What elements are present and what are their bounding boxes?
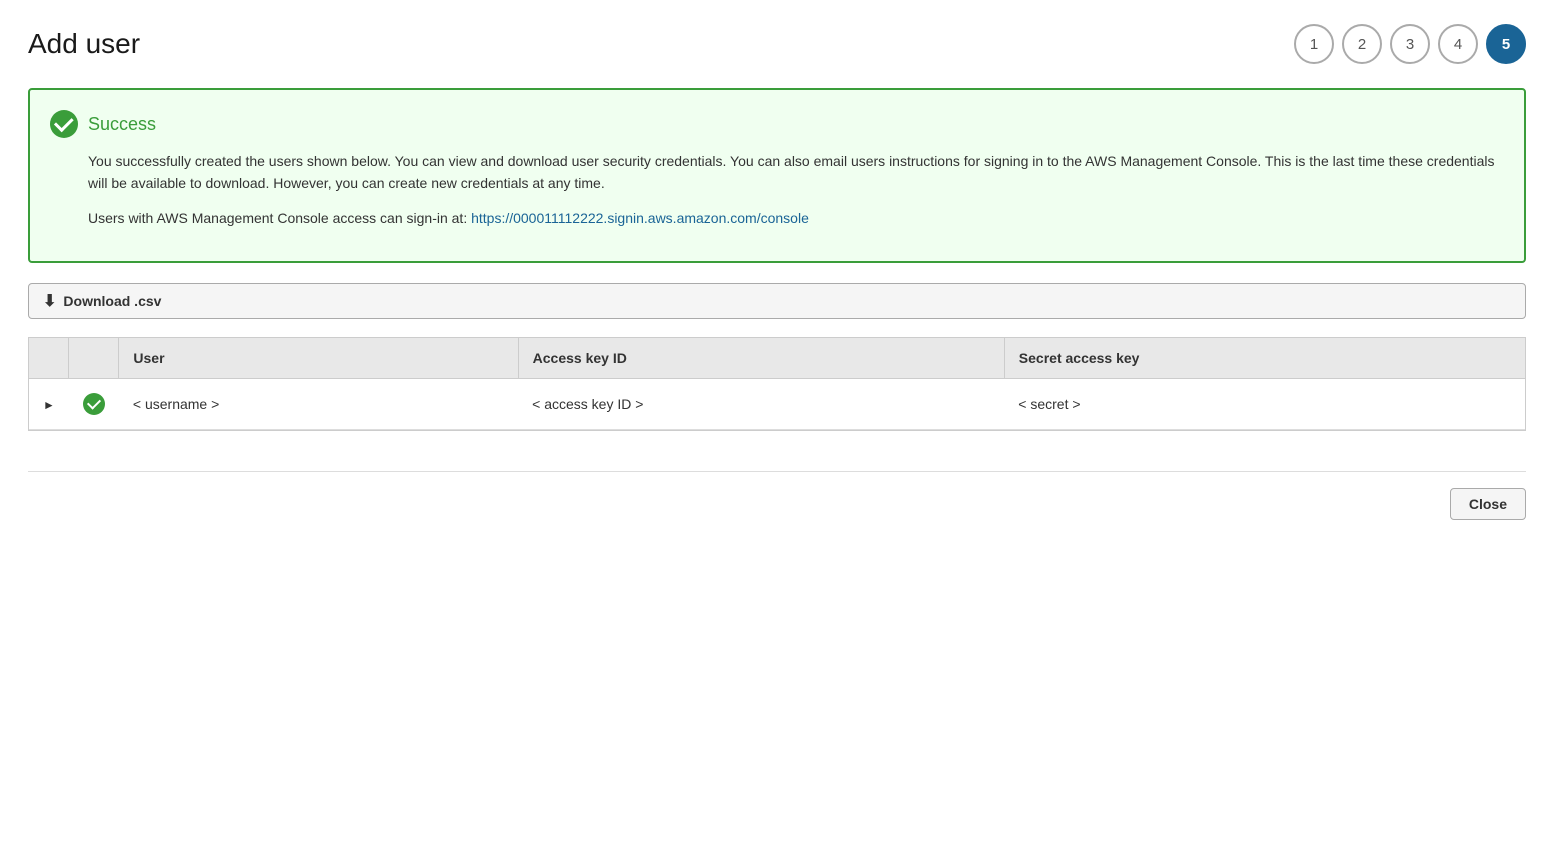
step-4: 4 [1438, 24, 1478, 64]
step-3: 3 [1390, 24, 1430, 64]
expand-cell[interactable]: ► [29, 379, 69, 430]
download-csv-label: Download .csv [63, 293, 161, 309]
success-title: Success [88, 114, 156, 135]
status-cell [69, 379, 119, 430]
success-header: Success [50, 110, 1500, 138]
col-user-header: User [119, 338, 518, 379]
header: Add user 1 2 3 4 5 [28, 24, 1526, 64]
steps-indicator: 1 2 3 4 5 [1294, 24, 1526, 64]
col-status-header [69, 338, 119, 379]
step-1: 1 [1294, 24, 1334, 64]
expand-arrow-icon[interactable]: ► [43, 398, 55, 412]
footer: Close [28, 471, 1526, 536]
success-signin-text: Users with AWS Management Console access… [88, 210, 467, 226]
access-key-id-cell: < access key ID > [518, 379, 1004, 430]
page-title: Add user [28, 28, 140, 60]
table-header-row: User Access key ID Secret access key [29, 338, 1525, 379]
step-5: 5 [1486, 24, 1526, 64]
col-secret-access-key-header: Secret access key [1004, 338, 1525, 379]
download-icon: ⬇ [43, 291, 56, 311]
success-body: You successfully created the users shown… [88, 150, 1500, 229]
page-container: Add user 1 2 3 4 5 Success You successfu… [0, 0, 1554, 859]
success-message-line1: You successfully created the users shown… [88, 150, 1500, 195]
success-message-line2: Users with AWS Management Console access… [88, 207, 1500, 229]
download-csv-button[interactable]: ⬇ Download .csv [28, 283, 1526, 319]
col-expand-header [29, 338, 69, 379]
success-icon [50, 110, 78, 138]
row-success-icon [83, 393, 105, 415]
col-access-key-id-header: Access key ID [518, 338, 1004, 379]
users-table: User Access key ID Secret access key ► <… [28, 337, 1526, 431]
secret-access-key-cell: < secret > [1004, 379, 1525, 430]
close-button[interactable]: Close [1450, 488, 1526, 520]
success-banner: Success You successfully created the use… [28, 88, 1526, 263]
user-cell: < username > [119, 379, 518, 430]
step-2: 2 [1342, 24, 1382, 64]
table-row: ► < username > < access key ID > < secre… [29, 379, 1525, 430]
signin-url-link[interactable]: https://000011112222.signin.aws.amazon.c… [471, 210, 809, 226]
